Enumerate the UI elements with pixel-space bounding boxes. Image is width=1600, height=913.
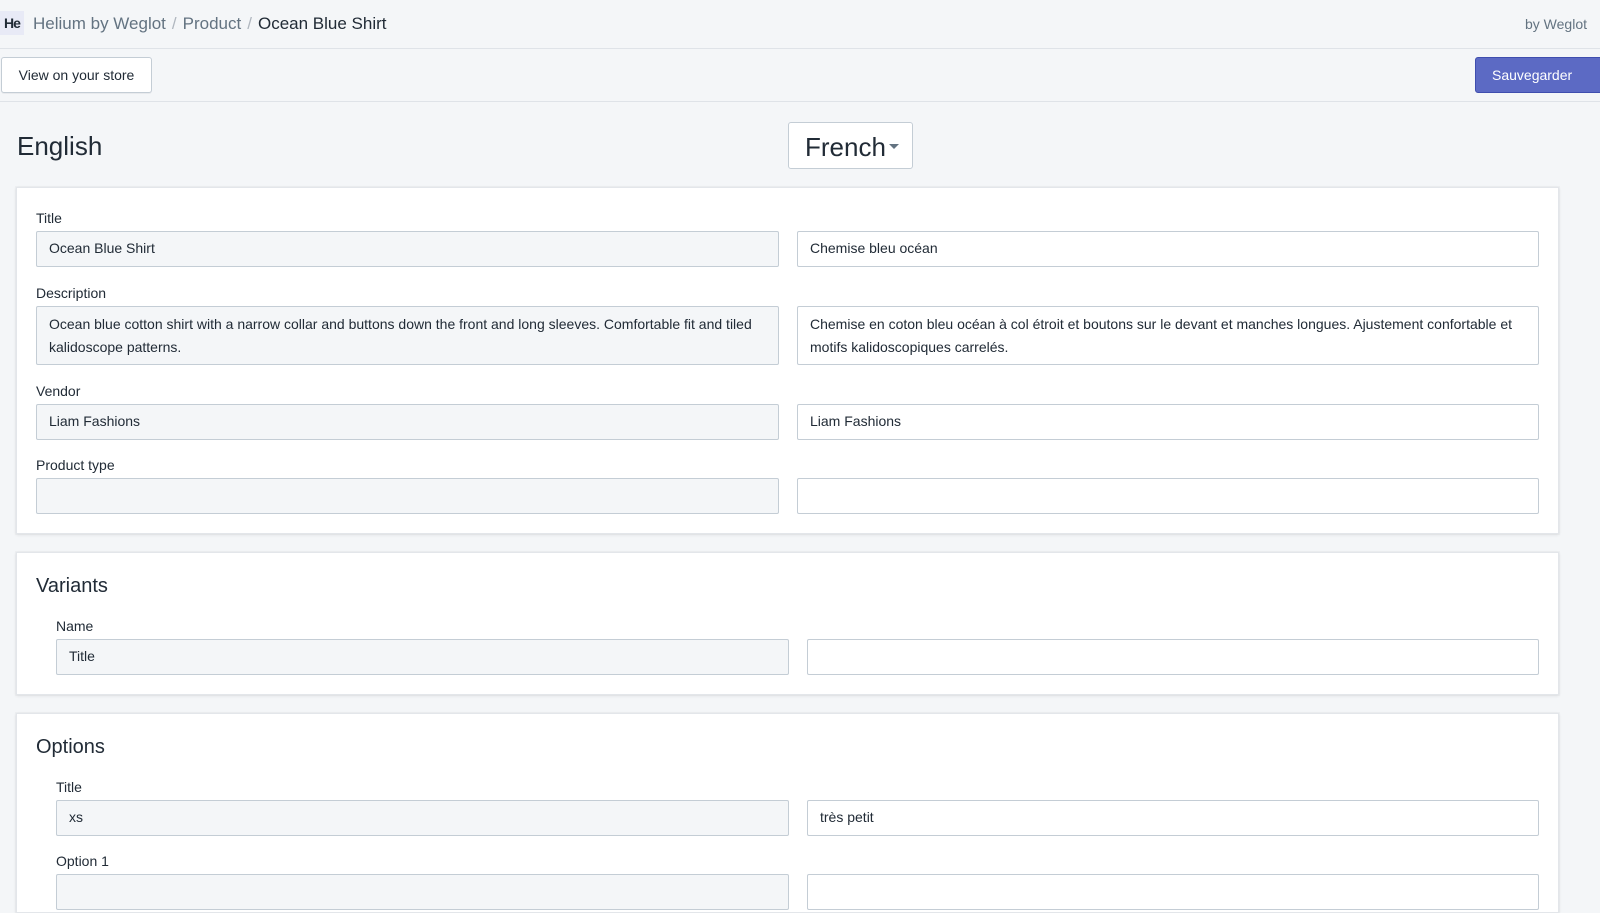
option-title-label: Title <box>56 779 82 795</box>
description-target-field[interactable]: Chemise en coton bleu océan à col étroit… <box>797 306 1539 365</box>
vendor-label: Vendor <box>36 383 81 399</box>
title-target-field[interactable]: Chemise bleu océan <box>797 231 1539 267</box>
action-toolbar: View on your store Sauvegarder <box>0 49 1600 102</box>
option-1-target-field[interactable] <box>807 874 1539 910</box>
breadcrumb-product[interactable]: Product <box>183 14 242 33</box>
variants-card: Variants Name Title <box>16 552 1559 695</box>
description-source-field[interactable]: Ocean blue cotton shirt with a narrow co… <box>36 306 779 365</box>
variant-name-source-field[interactable]: Title <box>56 639 789 675</box>
target-language-select[interactable]: French <box>788 122 913 169</box>
product-type-source-field[interactable] <box>36 478 779 514</box>
app-logo[interactable]: He <box>0 11 24 35</box>
title-source-field[interactable]: Ocean Blue Shirt <box>36 231 779 267</box>
options-card: Options Title xs très petit Option 1 <box>16 713 1559 913</box>
caret-down-icon <box>889 144 899 149</box>
breadcrumb-separator: / <box>247 14 252 33</box>
view-on-store-button[interactable]: View on your store <box>1 57 152 93</box>
option-title-target-field[interactable]: très petit <box>807 800 1539 836</box>
description-label: Description <box>36 285 107 301</box>
breadcrumb-separator: / <box>171 14 177 33</box>
variant-name-target-field[interactable] <box>807 639 1539 675</box>
product-type-target-field[interactable] <box>797 478 1539 514</box>
option-1-source-field[interactable] <box>56 874 789 910</box>
breadcrumb-app[interactable]: Helium by Weglot <box>33 14 166 33</box>
title-label: Title <box>36 210 62 226</box>
source-language-label: English <box>17 131 103 161</box>
vendor-source-field[interactable]: Liam Fashions <box>36 404 779 440</box>
variant-name-label: Name <box>56 618 94 634</box>
top-bar: He Helium by Weglot / Product / Ocean Blue S… <box>0 0 1600 49</box>
product-type-label: Product type <box>36 457 115 473</box>
vendor-target-field[interactable]: Liam Fashions <box>797 404 1539 440</box>
variants-title: Variants <box>36 575 108 597</box>
breadcrumb: Helium by Weglot / Product / Ocean Blue Shir… <box>33 14 386 34</box>
save-button[interactable]: Sauvegarder <box>1475 57 1600 93</box>
product-card: Title Ocean Blue Shirt Chemise bleu océa… <box>16 187 1559 534</box>
target-language-value: French <box>805 132 886 162</box>
options-title: Options <box>36 736 105 758</box>
option-1-label: Option 1 <box>56 853 109 869</box>
breadcrumb-current: Ocean Blue Shirt <box>257 14 387 33</box>
byline: by Weglot <box>1525 16 1587 32</box>
option-title-source-field[interactable]: xs <box>56 800 789 836</box>
